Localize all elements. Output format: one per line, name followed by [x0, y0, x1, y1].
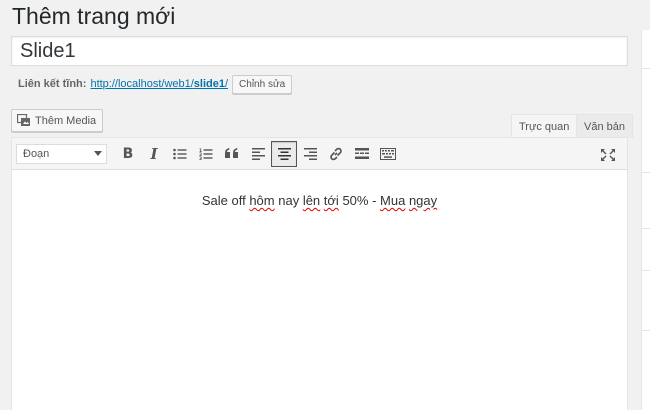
blockquote-button[interactable]: [219, 141, 245, 167]
toolbar-toggle-button[interactable]: [375, 141, 401, 167]
tab-visual[interactable]: Trực quan: [511, 114, 578, 138]
format-select[interactable]: Đoạn: [16, 143, 107, 164]
editor-content[interactable]: Sale off hôm nay lên tới 50% - Mua ngay: [12, 170, 627, 208]
page-title: Thêm trang mới: [12, 3, 176, 29]
content-word-misspelled: tới: [323, 193, 339, 208]
link-button[interactable]: [323, 141, 349, 167]
blockquote-icon: [225, 148, 238, 158]
permalink-label: Liên kết tĩnh:: [18, 78, 87, 90]
align-center-icon: [277, 147, 291, 160]
post-title-input[interactable]: [11, 36, 628, 66]
sidebar-divider: [642, 172, 650, 173]
italic-button[interactable]: I: [141, 141, 167, 167]
content-word-misspelled: lên: [302, 193, 321, 208]
content-word-misspelled: Mua: [380, 193, 406, 208]
align-left-icon: [251, 147, 265, 160]
content-text: 50% -: [338, 193, 381, 208]
bold-button[interactable]: B: [115, 141, 141, 167]
read-more-button[interactable]: [349, 141, 375, 167]
sidebar-divider: [642, 330, 650, 331]
content-word-misspelled: hôm: [249, 193, 275, 208]
sidebar-divider: [642, 228, 650, 229]
editor: Đoạn B I 123 Sale off hôm nay lên tới 50…: [11, 137, 628, 410]
content-word-misspelled: ngay: [408, 193, 438, 208]
sidebar-divider: [642, 68, 650, 69]
add-media-label: Thêm Media: [35, 114, 97, 127]
bullet-list-icon: [173, 148, 187, 159]
svg-text:3: 3: [199, 155, 202, 159]
bold-icon: B: [122, 145, 134, 162]
chevron-down-icon: [94, 151, 102, 156]
fullscreen-button[interactable]: [595, 142, 621, 168]
align-center-button[interactable]: [271, 140, 297, 167]
permalink-bar: Liên kết tĩnh: http://localhost/web1/sli…: [18, 74, 293, 94]
permalink-link[interactable]: http://localhost/web1/slide1/: [90, 78, 228, 90]
keyboard-icon: [380, 147, 396, 160]
permalink-base: http://localhost/web1/: [90, 78, 194, 90]
align-right-icon: [303, 147, 317, 160]
permalink-slug: slide1: [193, 78, 225, 90]
edit-permalink-button[interactable]: Chỉnh sửa: [232, 74, 293, 94]
sidebar-panel-edge: [641, 30, 650, 410]
align-left-button[interactable]: [245, 141, 271, 167]
content-text: nay: [274, 193, 303, 208]
fullscreen-icon: [601, 149, 615, 161]
numbered-list-button[interactable]: 123: [193, 141, 219, 167]
format-select-value: Đoạn: [23, 147, 50, 160]
editor-toolbar: Đoạn B I 123: [12, 138, 627, 170]
permalink-trailing: /: [224, 78, 229, 90]
media-icon: [17, 114, 31, 127]
bullet-list-button[interactable]: [167, 141, 193, 167]
align-right-button[interactable]: [297, 141, 323, 167]
content-text: Sale off: [201, 193, 250, 208]
numbered-list-icon: 123: [199, 148, 213, 160]
tab-text[interactable]: Văn bản: [576, 114, 633, 138]
italic-icon: I: [150, 144, 158, 163]
link-icon: [330, 147, 342, 160]
sidebar-divider: [642, 270, 650, 271]
read-more-icon: [355, 148, 369, 159]
add-media-button[interactable]: Thêm Media: [11, 109, 104, 132]
